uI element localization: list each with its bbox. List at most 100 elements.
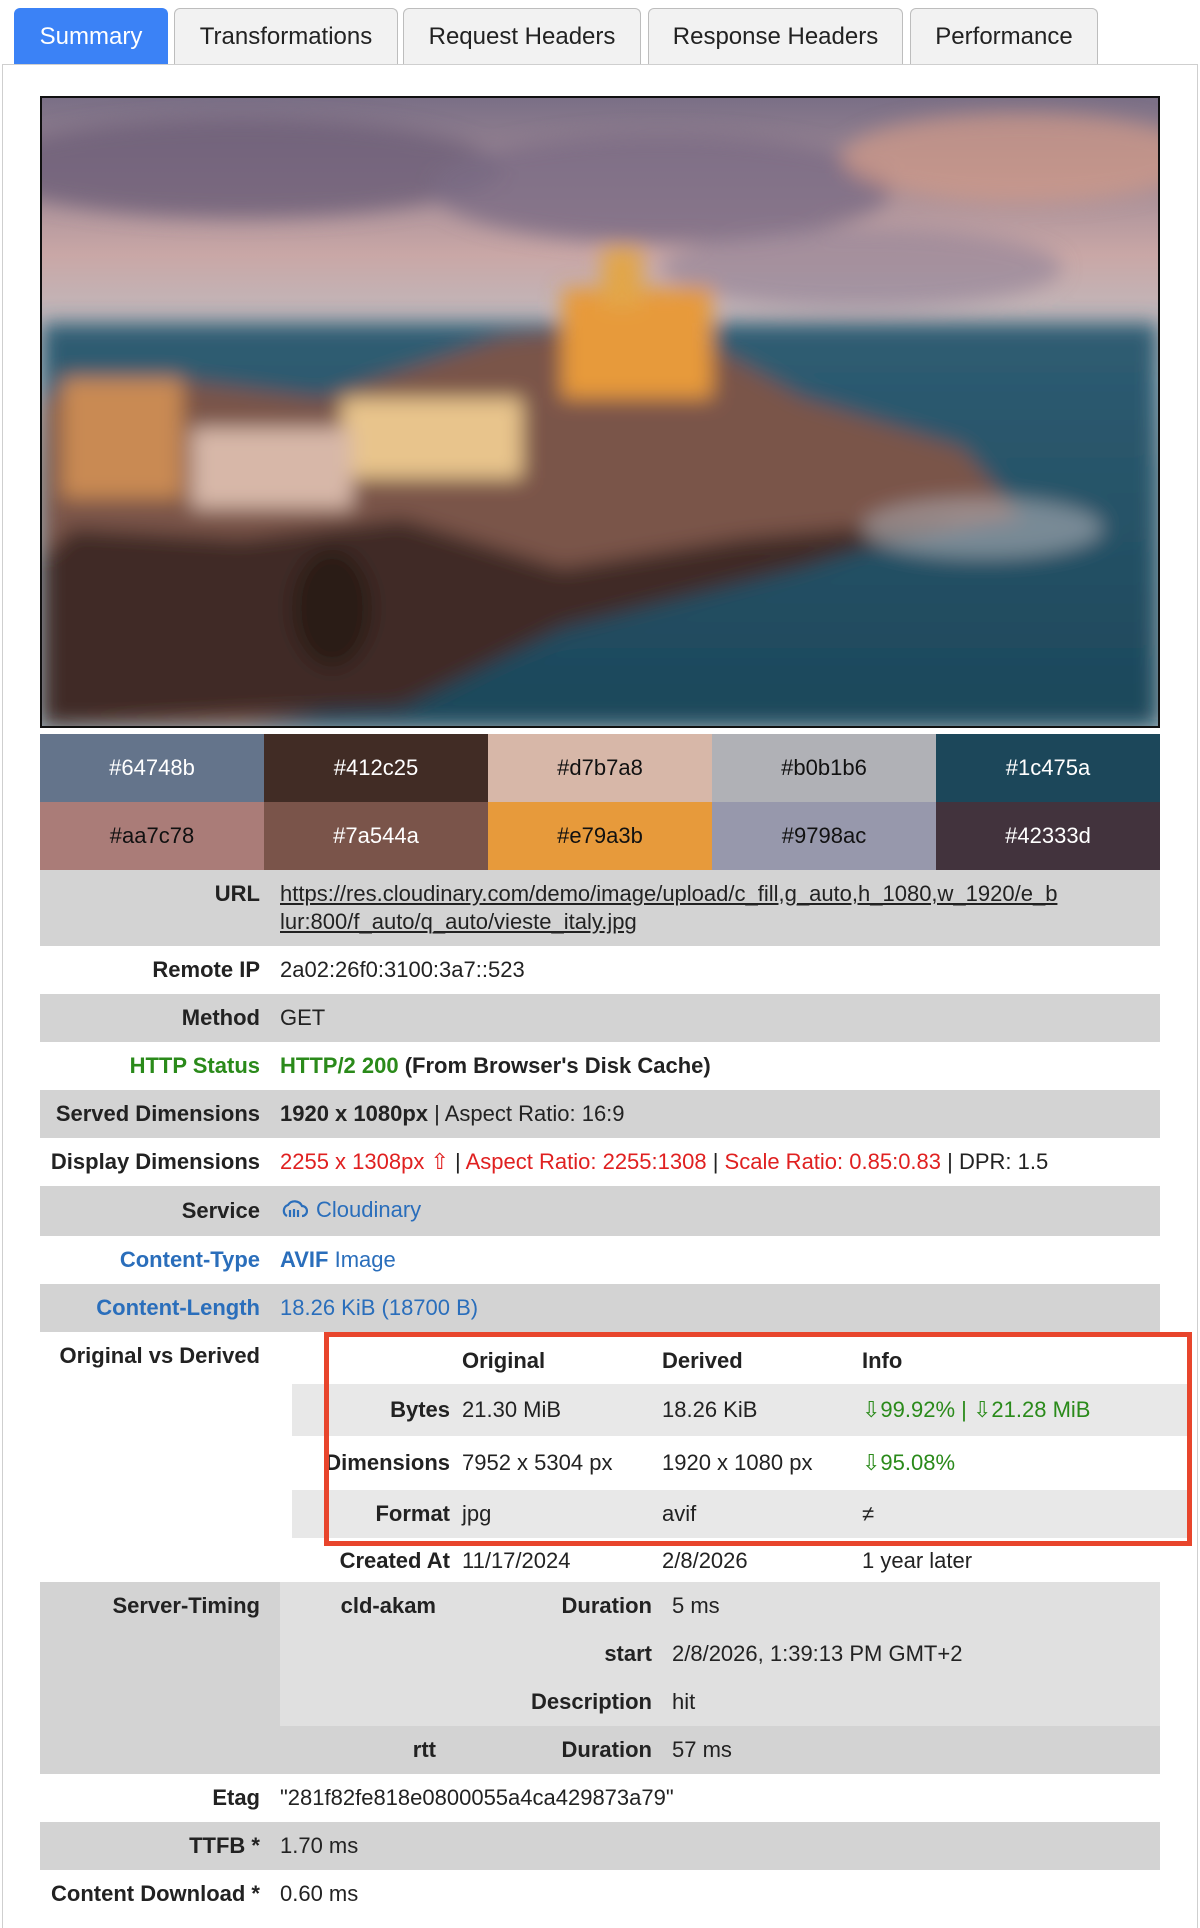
metric-value: 2/8/2026, 1:39:13 PM GMT+2 (672, 1641, 963, 1666)
derived-value: 18.26 KiB (662, 1397, 758, 1422)
header-info: Info (862, 1348, 903, 1373)
remote-ip-value: 2a02:26f0:3100:3a7::523 (280, 957, 525, 982)
content-download-row: Content Download * 0.60 ms (40, 1870, 1160, 1918)
tab-response-headers[interactable]: Response Headers (648, 8, 903, 64)
content-length-value: 18.26 KiB (18700 B) (280, 1295, 479, 1320)
separator: | (448, 1149, 466, 1174)
remote-ip-row: Remote IP 2a02:26f0:3100:3a7::523 (40, 946, 1160, 994)
swatch-8[interactable]: #9798ac (712, 802, 936, 870)
header-original: Original (462, 1348, 546, 1373)
metric-name: cld-akam (340, 1593, 436, 1618)
etag-row: Etag "281f82fe818e0800055a4ca429873a79" (40, 1774, 1160, 1822)
http-status-row: HTTP Status HTTP/2 200 (From Browser's D… (40, 1042, 1160, 1090)
row-label: Dimensions (325, 1450, 450, 1475)
metric-value: 5 ms (672, 1593, 720, 1618)
original-value: 11/17/2024 (462, 1548, 571, 1573)
comparison-row-created-at: Created At 11/17/2024 2/8/2026 1 year la… (292, 1538, 1190, 1584)
content-type-kind: Image (328, 1247, 396, 1272)
display-dpr: DPR: 1.5 (958, 1149, 1049, 1174)
server-timing-row: Server-Timing cld-akam Duration 5 ms sta… (40, 1582, 1160, 1774)
http-status-note: (From Browser's Disk Cache) (398, 1053, 711, 1078)
row-label: Format (375, 1501, 450, 1526)
derived-value: 1920 x 1080 px (662, 1450, 813, 1475)
remote-ip-label: Remote IP (152, 957, 260, 982)
tab-bar: Summary Transformations Request Headers … (0, 0, 1200, 66)
content-type-row: Content-Type AVIF Image (40, 1236, 1160, 1284)
served-dimensions-row: Served Dimensions 1920 x 1080px | Aspect… (40, 1090, 1160, 1138)
service-label: Service (181, 1198, 260, 1223)
served-dimensions-value: 1920 x 1080px (280, 1101, 429, 1126)
metric-key: Duration (561, 1593, 652, 1618)
swatch-7[interactable]: #e79a3b (488, 802, 712, 870)
original-value: 7952 x 5304 px (462, 1450, 613, 1475)
comparison-row-format: Format jpg avif ≠ (292, 1490, 1190, 1538)
row-label: Created At (339, 1548, 450, 1573)
service-value: Cloudinary (316, 1197, 422, 1223)
separator: | (941, 1149, 959, 1174)
metric-name: rtt (412, 1737, 436, 1762)
separator: | (706, 1149, 725, 1174)
row-label: Bytes (390, 1397, 450, 1422)
info-table: URL https://res.cloudinary.com/demo/imag… (40, 870, 1192, 1918)
content-type-format: AVIF (280, 1247, 329, 1272)
url-line-1: https://res.cloudinary.com/demo/image/up… (280, 881, 1058, 906)
comparison-row-dimensions: Dimensions 7952 x 5304 px 1920 x 1080 px… (292, 1436, 1190, 1490)
server-timing-entry: cld-akam Duration 5 ms (280, 1582, 1160, 1630)
original-vs-derived-label: Original vs Derived (59, 1343, 260, 1368)
swatch-5[interactable]: #aa7c78 (40, 802, 264, 870)
url-link[interactable]: https://res.cloudinary.com/demo/image/up… (280, 881, 1057, 934)
ttfb-label: TTFB * (189, 1833, 260, 1858)
method-value: GET (280, 1005, 326, 1030)
info-value: ≠ (862, 1501, 875, 1526)
etag-value: "281f82fe818e0800055a4ca429873a79" (280, 1785, 674, 1810)
content-download-label: Content Download * (51, 1881, 260, 1906)
comparison-row-bytes: Bytes 21.30 MiB 18.26 KiB ⇩99.92% | ⇩21.… (292, 1384, 1190, 1436)
url-row: URL https://res.cloudinary.com/demo/imag… (40, 870, 1160, 946)
metric-key: Description (530, 1689, 652, 1714)
color-palette: #64748b #412c25 #d7b7a8 #b0b1b6 #1c475a … (40, 734, 1160, 870)
derived-value: avif (662, 1501, 697, 1526)
tab-summary[interactable]: Summary (14, 8, 168, 64)
display-dimensions-row: Display Dimensions 2255 x 1308px ⇧ | Asp… (40, 1138, 1160, 1186)
display-dimensions-label: Display Dimensions (50, 1149, 260, 1174)
service-row: Service Cloudinary (40, 1186, 1160, 1236)
method-label: Method (181, 1005, 260, 1030)
ttfb-value: 1.70 ms (280, 1833, 359, 1858)
served-dimensions-label: Served Dimensions (55, 1101, 260, 1126)
display-aspect-ratio: Aspect Ratio: 2255:1308 (465, 1149, 707, 1174)
metric-value: 57 ms (672, 1737, 732, 1762)
served-aspect-ratio: | Aspect Ratio: 16:9 (428, 1101, 625, 1126)
url-line-2: lur:800/f_auto/q_auto/vieste_italy.jpg (280, 909, 637, 934)
content-type-label: Content-Type (119, 1247, 260, 1272)
info-value: 1 year later (862, 1548, 973, 1573)
server-timing-entry: start 2/8/2026, 1:39:13 PM GMT+2 (280, 1630, 1160, 1678)
content-length-label: Content-Length (96, 1295, 260, 1320)
tab-request-headers[interactable]: Request Headers (403, 8, 641, 64)
tab-performance[interactable]: Performance (910, 8, 1098, 64)
derived-value: 2/8/2026 (662, 1548, 748, 1573)
tab-transformations[interactable]: Transformations (174, 8, 398, 64)
swatch-3[interactable]: #b0b1b6 (712, 734, 936, 802)
swatch-9[interactable]: #42333d (936, 802, 1160, 870)
metric-key: start (604, 1641, 652, 1666)
display-scale-ratio: Scale Ratio: 0.85:0.83 (724, 1149, 942, 1174)
image-preview (40, 96, 1160, 728)
swatch-0[interactable]: #64748b (40, 734, 264, 802)
original-value: 21.30 MiB (462, 1397, 562, 1422)
http-status-label: HTTP Status (129, 1053, 260, 1078)
server-timing-entry: rtt Duration 57 ms (280, 1726, 1160, 1774)
swatch-2[interactable]: #d7b7a8 (488, 734, 712, 802)
swatch-6[interactable]: #7a544a (264, 802, 488, 870)
metric-value: hit (672, 1689, 696, 1714)
comparison-table: Original Derived Info Bytes 21.30 MiB 18… (292, 1338, 1190, 1584)
original-value: jpg (462, 1501, 492, 1526)
http-status-value: HTTP/2 200 (280, 1053, 399, 1078)
original-vs-derived-row: Original vs Derived Original Derived Inf… (40, 1332, 1192, 1582)
info-value: ⇩95.08% (862, 1450, 956, 1475)
swatch-4[interactable]: #1c475a (936, 734, 1160, 802)
info-value: ⇩99.92% | ⇩21.28 MiB (862, 1397, 1091, 1422)
method-row: Method GET (40, 994, 1160, 1042)
metric-key: Duration (561, 1737, 652, 1762)
server-timing-entry: Description hit (280, 1678, 1160, 1726)
swatch-1[interactable]: #412c25 (264, 734, 488, 802)
